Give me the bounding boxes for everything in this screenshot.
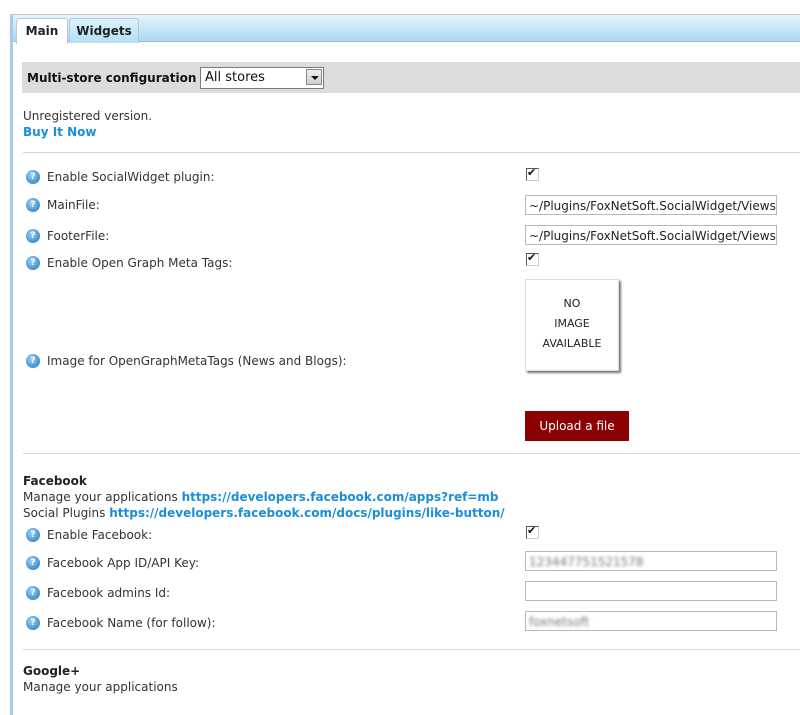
- facebook-manage-text: Manage your applications: [23, 490, 178, 504]
- no-image-placeholder: NO IMAGE AVAILABLE: [525, 279, 619, 371]
- footer-file-input[interactable]: ~/Plugins/FoxNetSoft.SocialWidget/Views/…: [525, 225, 777, 245]
- no-image-text: AVAILABLE: [542, 337, 602, 350]
- plugin-config-panel: Main Widgets Multi-store configuration f…: [10, 14, 800, 715]
- store-select[interactable]: All stores: [200, 67, 324, 89]
- help-icon[interactable]: ?: [26, 556, 40, 570]
- no-image-text: IMAGE: [554, 317, 590, 330]
- facebook-name-value: foxnetsoft: [529, 615, 590, 629]
- chevron-down-icon[interactable]: [306, 69, 322, 85]
- facebook-app-id-row: ? Facebook App ID/API Key:: [26, 556, 199, 570]
- enable-og-row: ? Enable Open Graph Meta Tags:: [26, 256, 232, 270]
- main-file-input[interactable]: ~/Plugins/FoxNetSoft.SocialWidget/Views/…: [525, 195, 777, 215]
- google-manage-text: Manage your applications: [23, 680, 178, 694]
- divider: [23, 453, 800, 454]
- facebook-admins-label: Facebook admins Id:: [47, 586, 171, 600]
- facebook-manage-line: Manage your applications https://develop…: [23, 490, 499, 504]
- help-icon[interactable]: ?: [26, 528, 40, 542]
- enable-facebook-label: Enable Facebook:: [47, 528, 153, 542]
- facebook-app-id-label: Facebook App ID/API Key:: [47, 556, 200, 570]
- main-file-row: ? MainFile:: [26, 198, 100, 212]
- facebook-name-label: Facebook Name (for follow):: [47, 616, 216, 630]
- help-icon[interactable]: ?: [26, 354, 40, 368]
- facebook-plugins-link[interactable]: https://developers.facebook.com/docs/plu…: [109, 506, 504, 520]
- divider: [23, 152, 800, 153]
- facebook-admins-row: ? Facebook admins Id:: [26, 586, 170, 600]
- tab-main[interactable]: Main: [16, 18, 68, 44]
- buy-it-now-link[interactable]: Buy It Now: [23, 125, 96, 139]
- og-image-row: ? Image for OpenGraphMetaTags (News and …: [26, 354, 347, 368]
- no-image-text: NO: [563, 297, 581, 310]
- enable-og-checkbox[interactable]: [526, 251, 539, 266]
- facebook-section-title: Facebook: [23, 474, 87, 488]
- facebook-name-row: ? Facebook Name (for follow):: [26, 616, 216, 630]
- facebook-name-input[interactable]: foxnetsoft: [525, 611, 777, 631]
- facebook-admins-input[interactable]: [525, 581, 777, 601]
- enable-plugin-checkbox[interactable]: [526, 166, 539, 181]
- footer-file-row: ? FooterFile:: [26, 229, 109, 243]
- help-icon[interactable]: ?: [26, 170, 40, 184]
- help-icon[interactable]: ?: [26, 256, 40, 270]
- enable-og-label: Enable Open Graph Meta Tags:: [47, 256, 233, 270]
- og-image-label: Image for OpenGraphMetaTags (News and Bl…: [47, 354, 347, 368]
- tab-widgets[interactable]: Widgets: [69, 18, 139, 43]
- divider: [23, 649, 800, 650]
- help-icon[interactable]: ?: [26, 616, 40, 630]
- enable-plugin-label: Enable SocialWidget plugin:: [47, 170, 215, 184]
- enable-facebook-row: ? Enable Facebook:: [26, 528, 152, 542]
- enable-facebook-checkbox[interactable]: [526, 524, 539, 539]
- help-icon[interactable]: ?: [26, 229, 40, 243]
- help-icon[interactable]: ?: [26, 198, 40, 212]
- multistore-label: Multi-store configuration for: [27, 71, 220, 85]
- facebook-plugins-text: Social Plugins: [23, 506, 106, 520]
- store-select-value: All stores: [205, 70, 265, 85]
- google-section-title: Google+: [23, 664, 81, 678]
- help-icon[interactable]: ?: [26, 586, 40, 600]
- main-file-label: MainFile:: [47, 198, 100, 212]
- license-status: Unregistered version.: [23, 109, 152, 123]
- upload-file-button[interactable]: Upload a file: [525, 411, 629, 441]
- facebook-app-id-input[interactable]: 123447751521578: [525, 551, 777, 571]
- facebook-plugins-line: Social Plugins https://developers.facebo…: [23, 506, 505, 520]
- tab-strip: Main Widgets: [13, 15, 800, 44]
- facebook-app-id-value: 123447751521578: [529, 555, 644, 569]
- enable-plugin-row: ? Enable SocialWidget plugin:: [26, 170, 215, 184]
- multistore-bar: Multi-store configuration for All stores: [22, 62, 800, 93]
- footer-file-label: FooterFile:: [47, 229, 110, 243]
- facebook-apps-link[interactable]: https://developers.facebook.com/apps?ref…: [182, 490, 499, 504]
